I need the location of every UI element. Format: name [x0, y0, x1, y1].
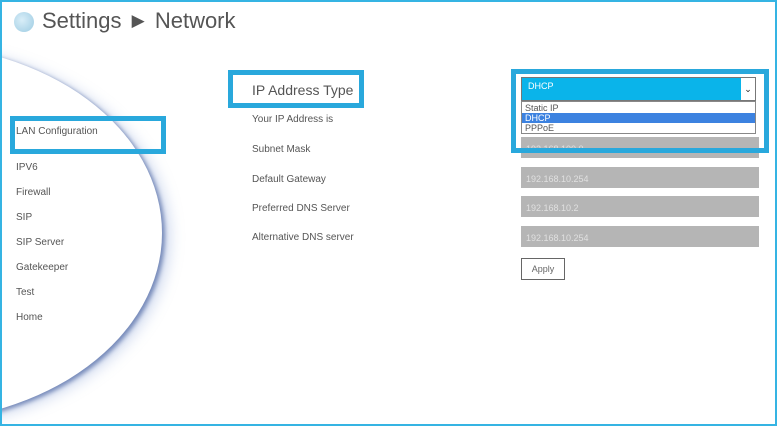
- decorative-arc: [2, 44, 162, 422]
- breadcrumb: Settings ▶ Network: [42, 8, 236, 34]
- ip-address-label: Your IP Address is: [252, 114, 334, 125]
- alternative-dns-field[interactable]: 192.168.10.254: [521, 226, 759, 247]
- sidebar-item-sip[interactable]: SIP: [16, 212, 32, 223]
- sidebar-item-ipv6[interactable]: IPV6: [16, 162, 38, 173]
- logo-icon: [14, 12, 34, 32]
- apply-button[interactable]: Apply: [521, 258, 565, 280]
- default-gateway-label: Default Gateway: [252, 174, 326, 185]
- sidebar-item-sip-server[interactable]: SIP Server: [16, 237, 64, 248]
- ip-address-type-select-highlight: [511, 69, 769, 153]
- default-gateway-field[interactable]: 192.168.10.254: [521, 167, 759, 188]
- header: Settings ▶ Network: [2, 2, 775, 42]
- breadcrumb-network: Network: [154, 8, 236, 33]
- breadcrumb-settings[interactable]: Settings: [42, 8, 122, 33]
- breadcrumb-separator-icon: ▶: [131, 11, 145, 30]
- preferred-dns-field[interactable]: 192.168.10.2: [521, 196, 759, 217]
- preferred-dns-label: Preferred DNS Server: [252, 203, 350, 214]
- lan-configuration-highlight: [10, 116, 166, 154]
- sidebar-item-home[interactable]: Home: [16, 312, 43, 323]
- settings-window: Settings ▶ Network LAN Configuration IPV…: [0, 0, 777, 426]
- subnet-mask-label: Subnet Mask: [252, 144, 311, 155]
- sidebar-item-firewall[interactable]: Firewall: [16, 187, 50, 198]
- sidebar-item-test[interactable]: Test: [16, 287, 34, 298]
- alternative-dns-label: Alternative DNS server: [252, 232, 354, 243]
- sidebar-item-gatekeeper[interactable]: Gatekeeper: [16, 262, 68, 273]
- ip-address-type-highlight: [228, 70, 364, 108]
